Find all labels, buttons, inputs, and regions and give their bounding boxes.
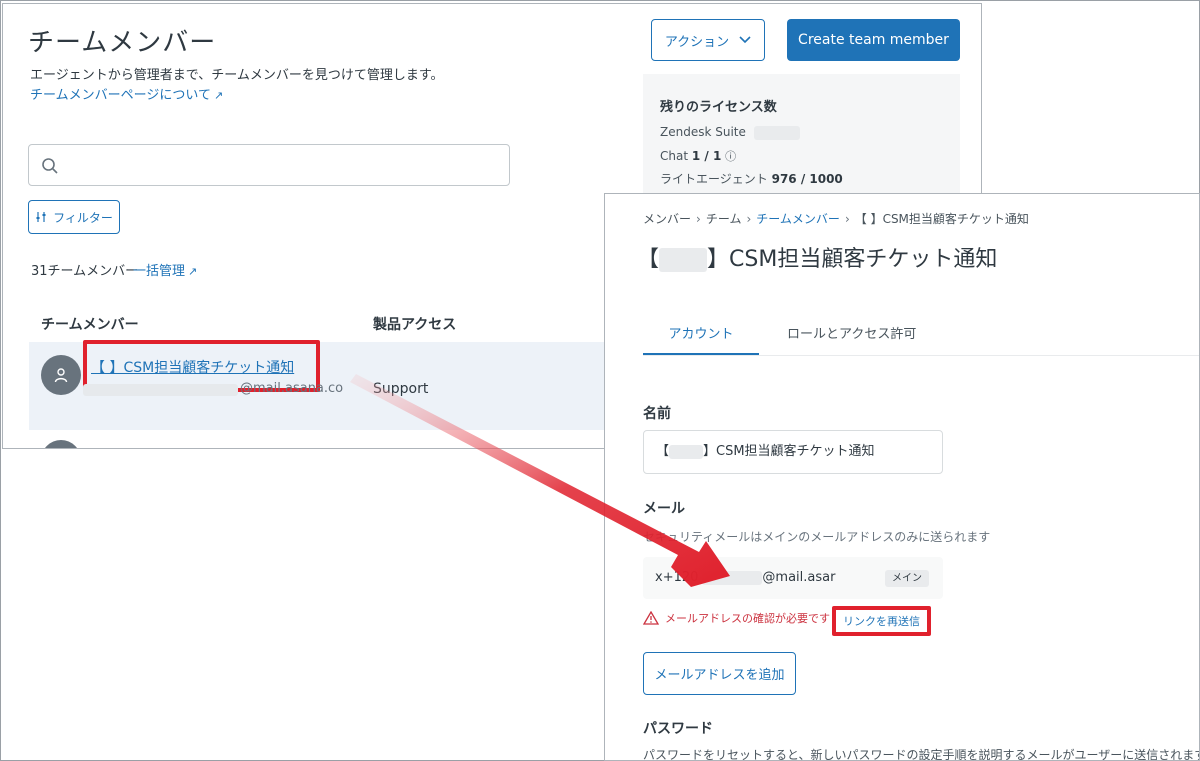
bulk-manage-label: 一括管理 <box>133 264 186 279</box>
redacted-text <box>659 248 708 272</box>
breadcrumb-team-members[interactable]: チームメンバー <box>756 212 840 226</box>
email-hint: セキュリティメールはメインのメールアドレスのみに送られます <box>643 530 991 544</box>
member-count: 31チームメンバー <box>31 264 139 279</box>
chevron-right-icon: › <box>844 212 850 226</box>
email-verification-warning: メールアドレスの確認が必要です <box>643 610 830 626</box>
member-product-access: Support <box>373 381 429 397</box>
breadcrumb-team[interactable]: チーム <box>706 212 742 226</box>
chevron-right-icon: › <box>696 212 701 226</box>
license-light-agent: ライトエージェント 976 / 1000 <box>660 172 843 186</box>
external-link-icon: ↗ <box>213 89 224 102</box>
license-summary-card: 残りのライセンス数 Zendesk Suite Chat 1 / 1 ⓘ ライト… <box>643 74 960 204</box>
column-header-member: チームメンバー <box>41 317 139 333</box>
redacted-text <box>669 444 704 459</box>
about-members-link[interactable]: チームメンバーページについて ↗ <box>30 84 223 103</box>
action-button-label: アクション <box>664 34 730 50</box>
main-email-badge: メイン <box>885 570 929 587</box>
column-header-product-access: 製品アクセス <box>373 317 457 333</box>
redacted-text <box>702 570 763 585</box>
resend-link-button[interactable]: リンクを再送信 <box>832 606 931 636</box>
info-icon: ⓘ <box>725 150 737 163</box>
create-team-member-button[interactable]: Create team member <box>787 19 960 61</box>
action-dropdown-button[interactable]: アクション <box>651 19 765 61</box>
warning-text: メールアドレスの確認が必要です <box>665 612 830 625</box>
name-field[interactable]: 【】CSM担当顧客チケット通知 <box>643 430 943 474</box>
password-description: パスワードをリセットすると、新しいパスワードの設定手順を説明するメールがユーザー… <box>643 748 1200 761</box>
email-label: メール <box>643 501 685 517</box>
redacted-value <box>753 125 800 140</box>
avatar <box>41 440 81 448</box>
redacted-email <box>83 384 238 396</box>
license-zendesk-suite: Zendesk Suite <box>660 125 800 140</box>
bulk-manage-link[interactable]: 一括管理 ↗ <box>133 260 197 279</box>
page-subtitle: エージェントから管理者まで、チームメンバーを見つけて管理します。 <box>30 68 444 83</box>
page-title: チームメンバー <box>28 28 217 58</box>
name-label: 名前 <box>643 406 671 422</box>
chevron-right-icon: › <box>746 212 752 226</box>
tab-account[interactable]: アカウント <box>643 314 759 356</box>
password-label: パスワード <box>643 721 713 737</box>
breadcrumb: メンバー › チーム › チームメンバー › 【 】CSM担当顧客チケット通知 <box>643 210 1029 227</box>
breadcrumb-members[interactable]: メンバー <box>643 212 691 226</box>
tabs-divider <box>643 355 1199 356</box>
member-detail-panel: メンバー › チーム › チームメンバー › 【 】CSM担当顧客チケット通知 【】CSM担… <box>604 193 1200 761</box>
user-icon <box>54 368 68 383</box>
add-email-button[interactable]: メールアドレスを追加 <box>643 652 796 695</box>
license-chat: Chat 1 / 1 ⓘ <box>660 149 737 163</box>
search-input[interactable] <box>28 144 510 186</box>
email-entry: x+120 @mail.asar メイン <box>643 557 943 599</box>
member-title: 【】CSM担当顧客チケット通知 <box>637 247 998 272</box>
chevron-down-icon <box>739 36 751 44</box>
breadcrumb-current: 【 】CSM担当顧客チケット通知 <box>854 212 1029 226</box>
member-email: @mail.asana.co <box>240 381 344 396</box>
avatar <box>41 355 81 395</box>
about-members-link-label: チームメンバーページについて <box>30 88 211 103</box>
license-title: 残りのライセンス数 <box>660 100 777 115</box>
search-icon <box>42 158 58 174</box>
filter-button[interactable]: フィルター <box>28 200 120 234</box>
warning-icon <box>643 611 659 625</box>
external-link-icon: ↗ <box>188 265 198 278</box>
filter-button-label: フィルター <box>53 210 113 225</box>
sliders-icon <box>36 212 46 222</box>
tab-roles-permissions[interactable]: ロールとアクセス許可 <box>773 314 930 356</box>
